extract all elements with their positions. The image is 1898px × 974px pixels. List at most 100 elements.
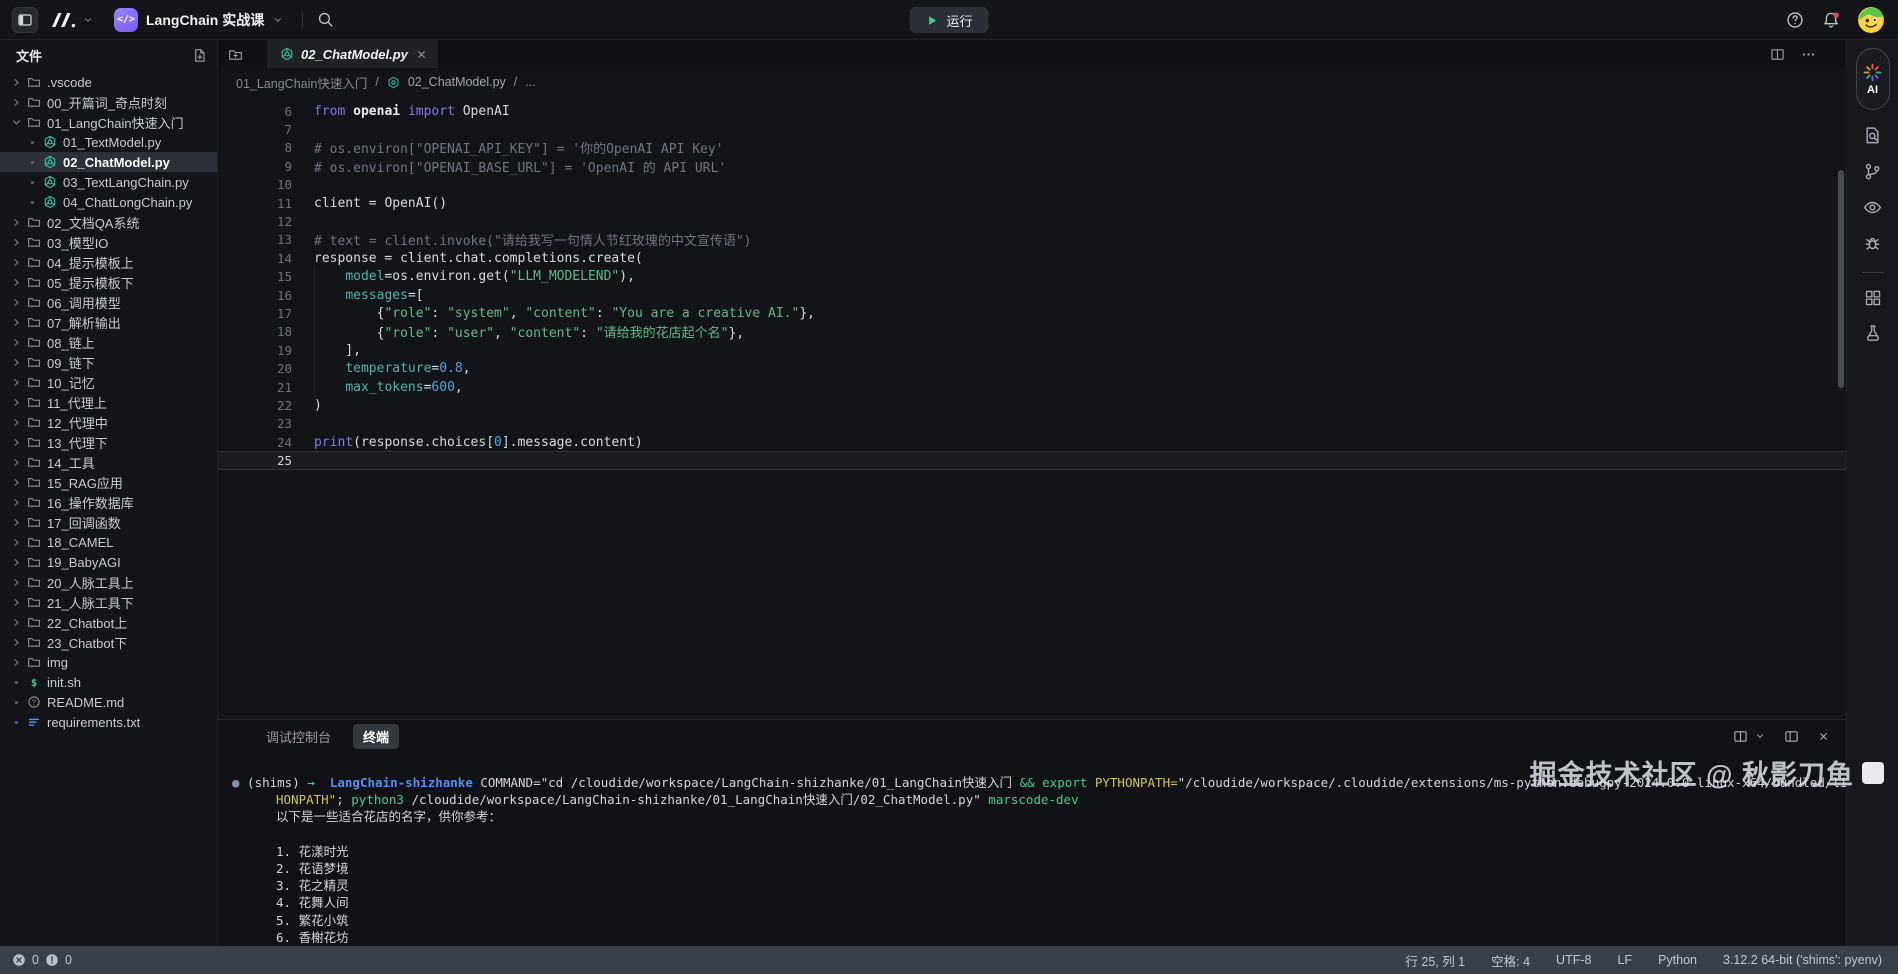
code-line[interactable]: 10 bbox=[218, 176, 1846, 194]
tree-item[interactable]: 10_记忆 bbox=[0, 372, 217, 392]
tree-item[interactable]: requirements.txt bbox=[0, 712, 217, 732]
ai-assistant-button[interactable]: AI bbox=[1856, 48, 1890, 110]
tree-item[interactable]: 15_RAG应用 bbox=[0, 472, 217, 492]
code-line-current[interactable]: 25 bbox=[218, 451, 1846, 469]
tree-item[interactable]: 19_BabyAGI bbox=[0, 552, 217, 572]
code-line[interactable]: 8# os.environ["OPENAI_API_KEY"] = '你的Ope… bbox=[218, 139, 1846, 157]
chevron-right-icon[interactable] bbox=[8, 376, 24, 389]
chevron-right-icon[interactable] bbox=[8, 436, 24, 449]
chevron-right-icon[interactable] bbox=[8, 276, 24, 289]
panel-layout-icon[interactable] bbox=[1784, 729, 1799, 744]
chevron-right-icon[interactable] bbox=[8, 96, 24, 109]
tree-item[interactable]: 03_模型IO bbox=[0, 232, 217, 252]
tree-item[interactable]: 14_工具 bbox=[0, 452, 217, 472]
tree-item[interactable]: img bbox=[0, 652, 217, 672]
chevron-right-icon[interactable] bbox=[8, 336, 24, 349]
code-line[interactable]: 7 bbox=[218, 120, 1846, 138]
chevron-right-icon[interactable] bbox=[8, 296, 24, 309]
tree-item[interactable]: 05_提示模板下 bbox=[0, 272, 217, 292]
code-line[interactable]: 15 model=os.environ.get("LLM_MODELEND"), bbox=[218, 268, 1846, 286]
code-editor[interactable]: 6from openai import OpenAI78# os.environ… bbox=[218, 96, 1846, 719]
tree-item[interactable]: 21_人脉工具下 bbox=[0, 592, 217, 612]
code-line[interactable]: 22) bbox=[218, 396, 1846, 414]
status-item[interactable]: 3.12.2 64-bit ('shims': pyenv) bbox=[1723, 953, 1882, 967]
editor-scrollbar[interactable] bbox=[1838, 170, 1844, 388]
tree-item[interactable]: 06_调用模型 bbox=[0, 292, 217, 312]
errors-icon[interactable] bbox=[12, 953, 26, 967]
tree-item[interactable]: 11_代理上 bbox=[0, 392, 217, 412]
tree-item[interactable]: 01_TextModel.py bbox=[0, 132, 217, 152]
chevron-down-icon[interactable] bbox=[1754, 730, 1766, 742]
code-line[interactable]: 23 bbox=[218, 415, 1846, 433]
status-item[interactable]: 行 25, 列 1 bbox=[1405, 951, 1465, 970]
notifications-bell-icon[interactable] bbox=[1822, 11, 1840, 29]
tree-item[interactable]: .vscode bbox=[0, 72, 217, 92]
toggle-sidebar-button[interactable] bbox=[12, 7, 38, 33]
tree-item[interactable]: 07_解析输出 bbox=[0, 312, 217, 332]
chevron-right-icon[interactable] bbox=[8, 616, 24, 629]
project-switcher[interactable]: </> LangChain 实战课 bbox=[114, 8, 284, 32]
status-item[interactable]: Python bbox=[1658, 953, 1697, 967]
search-icon[interactable] bbox=[317, 11, 334, 28]
tree-item[interactable]: 12_代理中 bbox=[0, 412, 217, 432]
code-line[interactable]: 6from openai import OpenAI bbox=[218, 102, 1846, 120]
chevron-right-icon[interactable] bbox=[8, 576, 24, 589]
code-line[interactable]: 21 max_tokens=600, bbox=[218, 378, 1846, 396]
code-line[interactable]: 9# os.environ["OPENAI_BASE_URL"] = 'Open… bbox=[218, 157, 1846, 175]
debug-bug-icon[interactable] bbox=[1863, 234, 1882, 253]
tree-item[interactable]: 17_回调函数 bbox=[0, 512, 217, 532]
extensions-grid-icon[interactable] bbox=[1864, 289, 1882, 307]
code-line[interactable]: 19 ], bbox=[218, 341, 1846, 359]
breadcrumb-folder[interactable]: 01_LangChain快速入门 bbox=[236, 73, 367, 92]
chevron-right-icon[interactable] bbox=[8, 236, 24, 249]
code-line[interactable]: 24print(response.choices[0].message.cont… bbox=[218, 433, 1846, 451]
status-item[interactable]: LF bbox=[1617, 953, 1632, 967]
tree-item[interactable]: 02_ChatModel.py bbox=[0, 152, 217, 172]
tree-item[interactable]: 16_操作数据库 bbox=[0, 492, 217, 512]
code-line[interactable]: 18 {"role": "user", "content": "请给我的花店起个… bbox=[218, 323, 1846, 341]
chevron-down-icon[interactable] bbox=[8, 116, 24, 129]
tree-item[interactable]: 22_Chatbot上 bbox=[0, 612, 217, 632]
breadcrumb-symbol[interactable]: ... bbox=[525, 75, 535, 89]
tab-debug-console[interactable]: 调试控制台 bbox=[266, 727, 331, 746]
preview-eye-icon[interactable] bbox=[1863, 198, 1882, 217]
tree-item[interactable]: 00_开篇词_奇点时刻 bbox=[0, 92, 217, 112]
close-icon[interactable] bbox=[415, 48, 428, 61]
chevron-right-icon[interactable] bbox=[8, 656, 24, 669]
chevron-right-icon[interactable] bbox=[8, 556, 24, 569]
status-item[interactable]: 空格: 4 bbox=[1491, 951, 1530, 970]
chevron-right-icon[interactable] bbox=[8, 536, 24, 549]
chevron-right-icon[interactable] bbox=[8, 636, 24, 649]
code-line[interactable]: 12 bbox=[218, 212, 1846, 230]
tree-item[interactable]: 20_人脉工具上 bbox=[0, 572, 217, 592]
chevron-right-icon[interactable] bbox=[8, 316, 24, 329]
tree-item[interactable]: $init.sh bbox=[0, 672, 217, 692]
chevron-right-icon[interactable] bbox=[8, 516, 24, 529]
split-terminal-icon[interactable] bbox=[1733, 729, 1748, 744]
chevron-right-icon[interactable] bbox=[8, 596, 24, 609]
avatar[interactable] bbox=[1858, 7, 1884, 33]
tree-item[interactable]: ?README.md bbox=[0, 692, 217, 712]
chevron-right-icon[interactable] bbox=[8, 216, 24, 229]
code-line[interactable]: 16 messages=[ bbox=[218, 286, 1846, 304]
tree-item[interactable]: 08_链上 bbox=[0, 332, 217, 352]
chevron-right-icon[interactable] bbox=[8, 256, 24, 269]
chevron-right-icon[interactable] bbox=[8, 416, 24, 429]
tree-item[interactable]: 18_CAMEL bbox=[0, 532, 217, 552]
help-icon[interactable] bbox=[1786, 11, 1804, 29]
file-search-icon[interactable] bbox=[1863, 126, 1882, 145]
breadcrumb-file[interactable]: 02_ChatModel.py bbox=[408, 75, 506, 89]
tree-item[interactable]: 04_ChatLongChain.py bbox=[0, 192, 217, 212]
code-line[interactable]: 20 temperature=0.8, bbox=[218, 359, 1846, 377]
tree-item[interactable]: 09_链下 bbox=[0, 352, 217, 372]
new-folder-icon[interactable] bbox=[228, 47, 243, 62]
tree-item[interactable]: 02_文档QA系统 bbox=[0, 212, 217, 232]
tree-item[interactable]: 01_LangChain快速入门 bbox=[0, 112, 217, 132]
split-editor-icon[interactable] bbox=[1770, 47, 1785, 62]
git-branch-icon[interactable] bbox=[1863, 162, 1882, 181]
tree-item[interactable]: 04_提示模板上 bbox=[0, 252, 217, 272]
chevron-right-icon[interactable] bbox=[8, 76, 24, 89]
code-line[interactable]: 14response = client.chat.completions.cre… bbox=[218, 249, 1846, 267]
chevron-right-icon[interactable] bbox=[8, 476, 24, 489]
chevron-right-icon[interactable] bbox=[8, 396, 24, 409]
